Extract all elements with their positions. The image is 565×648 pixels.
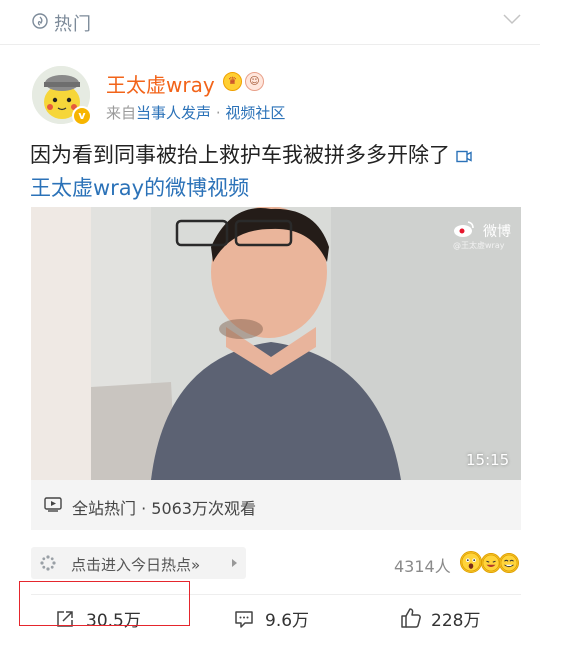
hot-icon: [32, 13, 48, 29]
post-text: 因为看到同事被抬上救护车我被拼多多开除了: [30, 143, 450, 167]
highlight-box: [19, 581, 190, 626]
comment-icon[interactable]: [234, 609, 254, 629]
video-watermark-handle: @王太虚wray: [453, 241, 505, 250]
laughing-emoji-icon: [481, 553, 501, 573]
grinning-emoji-icon: [499, 553, 519, 573]
video-link-icon: [456, 150, 472, 163]
author-name[interactable]: 王太虚wray: [106, 69, 215, 98]
chevron-down-icon[interactable]: [503, 13, 521, 25]
source-separator: ·: [215, 104, 221, 122]
source-channel-link[interactable]: 视频社区: [225, 104, 285, 122]
video-duration: 15:15: [466, 451, 510, 469]
verified-badge-icon: v: [72, 106, 92, 126]
like-count[interactable]: 228万: [431, 606, 480, 631]
section-title: 热门: [54, 14, 92, 35]
post-body: 因为看到同事被抬上救护车我被拼多多开除了 王太虚wray的微博视频: [30, 139, 530, 205]
video-player[interactable]: [31, 207, 521, 480]
video-views: 全站热门 · 5063万次观看: [72, 499, 256, 518]
video-watermark: 微博: [483, 224, 511, 240]
play-icon: [44, 497, 62, 512]
source-prefix: 来自: [106, 104, 137, 122]
source-origin-link[interactable]: 当事人发声: [136, 104, 211, 122]
post-source: 来自当事人发声 · 视频社区: [106, 102, 285, 123]
reactions-count: 4314人: [394, 557, 451, 576]
comment-count[interactable]: 9.6万: [265, 606, 309, 631]
weibo-logo-icon: [454, 221, 474, 237]
member-crown-badge-icon[interactable]: ♛: [223, 72, 242, 91]
fan-badge-icon[interactable]: ☺: [245, 72, 264, 91]
hot-topic-label[interactable]: 点击进入今日热点»: [71, 554, 200, 575]
chevron-right-icon: [232, 559, 237, 567]
surprised-emoji-icon: [460, 551, 482, 573]
thumbs-up-icon[interactable]: [400, 607, 422, 629]
video-link[interactable]: 王太虚wray的微博视频: [30, 176, 249, 200]
loading-spinner-icon: [40, 555, 56, 571]
